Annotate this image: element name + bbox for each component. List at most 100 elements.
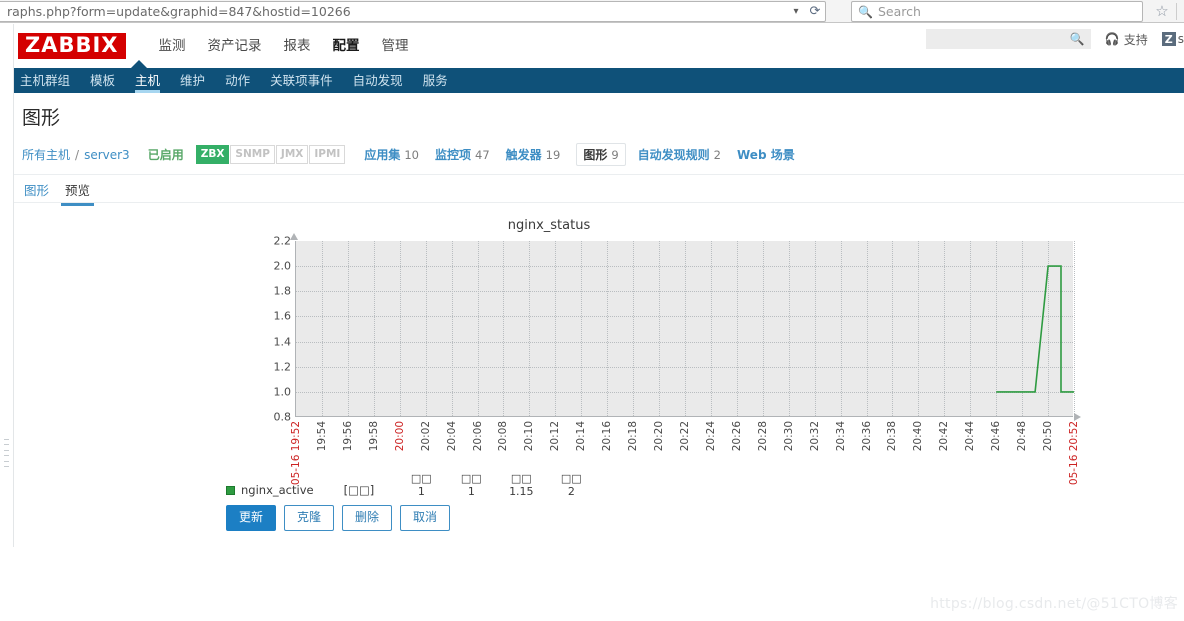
x-axis-tick: 20:12: [549, 421, 562, 452]
crumb-applications-link[interactable]: 应用集: [364, 148, 400, 162]
url-bar[interactable]: raphs.php?form=update&graphid=847&hostid…: [0, 1, 826, 22]
search-icon: 🔍: [858, 4, 873, 19]
crumb-triggers-count: 19: [545, 148, 561, 162]
browser-search-box[interactable]: 🔍 Search: [851, 1, 1143, 22]
y-axis-tick: 1.6: [273, 309, 292, 323]
x-axis-tick: 20:30: [782, 421, 795, 452]
nav-item-configuration[interactable]: 配置: [322, 24, 371, 68]
cancel-button[interactable]: 取消: [400, 505, 451, 531]
nav-item-reports[interactable]: 报表: [273, 24, 322, 68]
crumb-graphs-count: 9: [611, 148, 619, 162]
left-rail: [0, 24, 14, 621]
legend-stat-last-value: 2: [567, 484, 575, 498]
subnav-maintenance[interactable]: 维护: [170, 68, 215, 93]
subnav-event-correlation[interactable]: 关联项事件: [260, 68, 343, 93]
update-button[interactable]: 更新: [226, 505, 277, 531]
host-status-badge[interactable]: 已启用: [148, 146, 184, 163]
nav-item-monitoring[interactable]: 监测: [148, 24, 197, 68]
search-icon[interactable]: 🔍: [1070, 32, 1085, 46]
x-axis-tick: 20:48: [1016, 421, 1029, 452]
global-search-input[interactable]: 🔍: [925, 29, 1091, 49]
browser-toolbar: raphs.php?form=update&graphid=847&hostid…: [0, 0, 1184, 23]
crumb-applications: 应用集 10: [364, 146, 419, 163]
crumb-graphs[interactable]: 图形 9: [576, 143, 626, 166]
x-axis-tick: 20:32: [808, 421, 821, 452]
badge-zbx[interactable]: ZBX: [195, 145, 230, 164]
subnav-hosts[interactable]: 主机: [125, 68, 170, 93]
subnav-actions[interactable]: 动作: [215, 68, 260, 93]
reload-icon[interactable]: ⟳: [805, 4, 825, 19]
x-axis-tick: 19:54: [315, 421, 328, 452]
grid-line-vertical: [1074, 241, 1075, 416]
x-axis-tick: 20:26: [730, 421, 743, 452]
legend-stat-avg-header: □□: [460, 472, 482, 485]
url-text[interactable]: raphs.php?form=update&graphid=847&hostid…: [0, 4, 787, 19]
header-actions: 🔍 🎧 支持 Z s: [925, 29, 1184, 49]
subnav-services[interactable]: 服务: [413, 68, 458, 93]
star-icon[interactable]: ☆: [1152, 2, 1172, 21]
watermark-text: https://blog.csdn.net/@51CTO博客: [930, 596, 1178, 612]
delete-button[interactable]: 删除: [342, 505, 393, 531]
legend-color-swatch: [226, 486, 235, 496]
x-axis-tick: 20:20: [653, 421, 666, 452]
y-axis-arrow-icon: [290, 233, 298, 240]
crumb-web-scenarios-link[interactable]: Web 场景: [737, 148, 795, 162]
toolbar-divider: [1176, 3, 1177, 20]
share-label: s: [1177, 32, 1184, 46]
badge-jmx[interactable]: JMX: [275, 145, 309, 164]
legend-stat-last: □□ 2: [546, 472, 596, 498]
grip-line: [4, 455, 9, 457]
breadcrumb-all-hosts[interactable]: 所有主机: [22, 146, 70, 163]
page-title: 图形: [22, 107, 61, 129]
breadcrumb-separator: /: [75, 147, 80, 162]
app-header: ZABBIX 监测 资产记录 报表 配置 管理 🔍 🎧 支持 Z s: [0, 24, 1184, 68]
crumb-triggers-link[interactable]: 触发器: [506, 148, 542, 162]
legend-stat-max: □□ 1.15: [496, 472, 546, 498]
x-axis-tick: 20:34: [834, 421, 847, 452]
nav-item-administration[interactable]: 管理: [371, 24, 420, 68]
grip-line: [4, 449, 9, 451]
support-link[interactable]: 🎧 支持: [1105, 31, 1148, 48]
legend-stat-last-header: □□: [560, 472, 582, 485]
badge-ipmi[interactable]: IPMI: [309, 145, 346, 164]
zabbix-share-icon[interactable]: Z: [1161, 32, 1176, 46]
legend-stat-max-header: □□: [510, 472, 532, 485]
legend-stat-max-value: 1.15: [509, 484, 534, 498]
x-axis-arrow-icon: [1074, 413, 1081, 421]
x-axis-tick: 20:02: [419, 421, 432, 452]
legend-stat-avg: □□ 1: [446, 472, 496, 498]
breadcrumb: 所有主机 / server3 已启用 ZBX SNMP JMX IPMI 应用集…: [14, 130, 1184, 175]
breadcrumb-host[interactable]: server3: [84, 148, 130, 162]
x-axis-tick: 20:44: [964, 421, 977, 452]
crumb-discovery-rules-count: 2: [713, 148, 721, 162]
legend-unit: [□□]: [343, 483, 375, 498]
browser-search-placeholder: Search: [877, 4, 921, 19]
x-axis-tick: 20:10: [523, 421, 536, 452]
x-axis-tick: 20:28: [756, 421, 769, 452]
x-axis-tick: 20:40: [912, 421, 925, 452]
chevron-down-icon[interactable]: ▾: [787, 6, 805, 17]
tab-bar: 图形 预览: [14, 175, 1184, 206]
crumb-items-link[interactable]: 监控项: [435, 148, 471, 162]
chart-legend: nginx_active [□□] □□ 1 □□ 1 □□ 1.15 □□ 2: [226, 472, 596, 498]
x-axis-tick: 20:38: [886, 421, 899, 452]
nav-active-caret: [131, 60, 147, 68]
grip-line: [4, 439, 9, 440]
x-axis-tick: 20:42: [938, 421, 951, 452]
clone-button[interactable]: 克隆: [284, 505, 335, 531]
content-area: 图形 所有主机 / server3 已启用 ZBX SNMP JMX IPMI …: [14, 93, 1184, 547]
crumb-graphs-label: 图形: [583, 148, 608, 162]
x-axis-tick: 20:00: [393, 421, 406, 452]
subnav-host-groups[interactable]: 主机群组: [10, 68, 80, 93]
badge-snmp[interactable]: SNMP: [230, 145, 275, 164]
crumb-web-scenarios: Web 场景: [737, 146, 795, 163]
subnav-discovery[interactable]: 自动发现: [343, 68, 413, 93]
crumb-discovery-rules-link[interactable]: 自动发现规则: [638, 148, 710, 162]
x-axis-tick: 19:58: [367, 421, 380, 452]
x-axis-tick: 19:56: [341, 421, 354, 452]
subnav-templates[interactable]: 模板: [80, 68, 125, 93]
nav-item-inventory[interactable]: 资产记录: [197, 24, 273, 68]
sidebar-resize-handle[interactable]: [4, 439, 9, 467]
headset-icon: 🎧: [1104, 32, 1120, 46]
x-axis-tick: 20:18: [627, 421, 640, 452]
